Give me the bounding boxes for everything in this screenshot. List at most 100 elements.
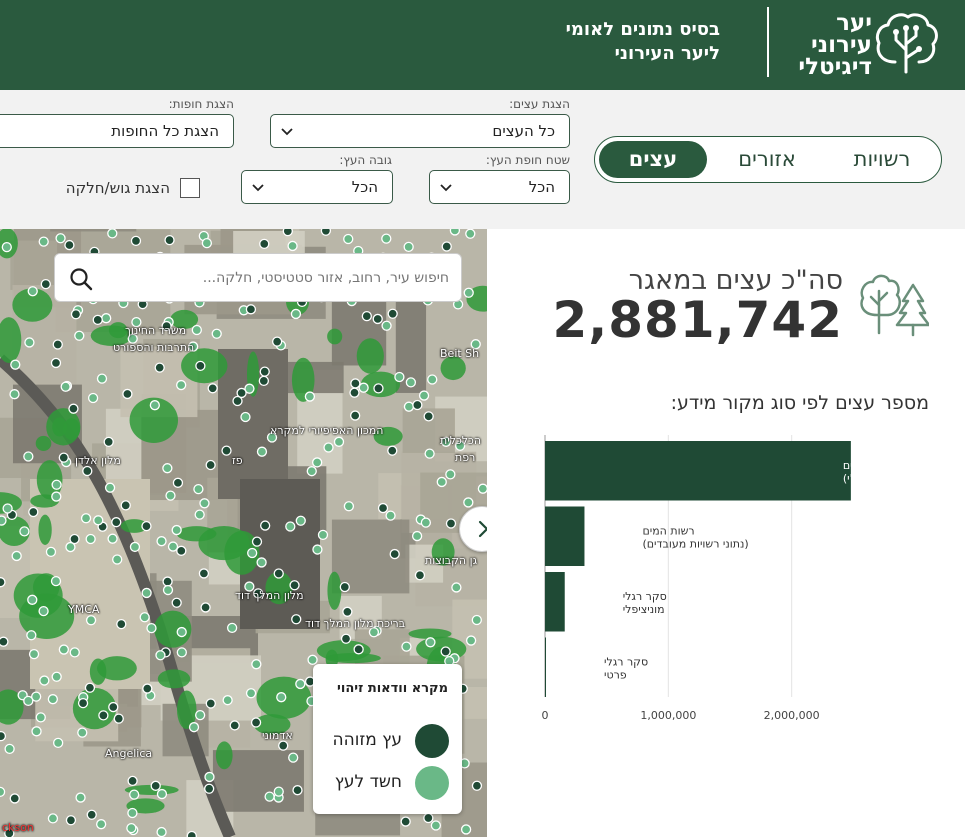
map-tree-point <box>193 483 204 495</box>
map-tree-point <box>116 619 127 630</box>
map-tree-point <box>387 308 398 319</box>
map-tree-point <box>75 792 86 803</box>
map-tree-point <box>68 403 79 414</box>
map-tree-point <box>10 359 21 370</box>
map-tree-point <box>58 644 70 655</box>
map-tree-point <box>85 533 96 545</box>
map-tree-point <box>245 304 257 315</box>
height-label: גובה העץ: <box>339 153 392 167</box>
map-tree-point <box>401 641 412 652</box>
chart-title: מספר עצים לפי סוג מקור מידע: <box>670 392 929 414</box>
map-tree-point <box>420 517 432 528</box>
map-tree-point <box>295 678 306 690</box>
map-tree-point <box>104 482 116 493</box>
trees-select[interactable]: כל העצים <box>270 114 570 148</box>
map-canopy <box>176 526 217 542</box>
map-canopy <box>356 338 384 374</box>
map-tree-point <box>113 713 124 724</box>
view-tabs: רשויות אזורים עצים <box>594 136 942 183</box>
tab-trees[interactable]: עצים <box>599 141 707 178</box>
map-tree-point <box>112 554 123 565</box>
map-search-box[interactable] <box>54 253 462 302</box>
search-input[interactable] <box>109 262 449 294</box>
map-tree-point <box>24 337 35 348</box>
canopy-select[interactable]: הצגת כל החופות <box>0 114 234 148</box>
height-select[interactable]: הכל <box>241 170 393 204</box>
tab-authorities[interactable]: רשויות <box>827 141 937 178</box>
map-tree-point <box>176 647 187 658</box>
app-header: יער עירוני דיגיטלי בסיס נתונים לאומי ליע… <box>0 0 965 90</box>
chart-x-tick-label: 1,000,000 <box>640 709 696 722</box>
map-tree-point <box>120 500 131 511</box>
map-tree-point <box>107 533 118 544</box>
map-tree-point <box>142 683 153 694</box>
map-tree-point <box>19 526 30 537</box>
search-icon[interactable] <box>69 267 93 291</box>
map-tree-point <box>171 597 182 608</box>
tab-areas[interactable]: אזורים <box>717 141 817 178</box>
map-tree-point <box>445 469 456 480</box>
map-tree-point <box>162 576 173 587</box>
map-tree-point <box>211 328 222 339</box>
map-canopy <box>327 328 343 345</box>
chart-bar <box>545 441 851 501</box>
map-tree-point <box>400 816 411 827</box>
legend-label-suspected: חשד לעץ <box>334 772 402 792</box>
parcel-toggle[interactable]: הצגת גוש/חלקה <box>40 177 202 199</box>
canopy-filter-label: הצגת חופות: <box>168 97 234 111</box>
map-tree-point <box>77 697 89 709</box>
map-tree-point <box>251 659 262 670</box>
map-tree-point <box>39 675 50 686</box>
map-tree-point <box>412 399 423 411</box>
map-tree-point <box>288 752 299 763</box>
map-tree-point <box>28 648 40 660</box>
map-tree-point <box>372 313 383 325</box>
height-select-value: הכל <box>351 178 378 196</box>
map-tree-point <box>373 383 384 394</box>
header-divider <box>767 7 769 77</box>
map-legend: מקרא וודאות זיהוי עץ מזוהה חשד לעץ <box>313 664 462 814</box>
map-tree-point <box>200 602 211 613</box>
map-tree-point <box>295 515 306 526</box>
filter-bar: רשויות אזורים עצים הצגת עצים: כל העצים ה… <box>0 90 965 229</box>
map-tree-point <box>150 780 161 791</box>
canopy-area-select[interactable]: הכל <box>429 170 570 204</box>
map-tree-point <box>349 387 360 398</box>
map-tree-point <box>333 436 345 447</box>
map-tree-point <box>430 820 442 831</box>
map-tree-point <box>222 695 233 706</box>
map-tree-point <box>465 229 476 239</box>
map-tree-point <box>47 813 59 824</box>
map-tree-point <box>84 682 96 693</box>
chart-bar-label: (נתוני רשויות מעובדים) <box>642 537 748 550</box>
map-tree-point <box>172 477 184 488</box>
map-tree-point <box>385 510 396 521</box>
map-tree-point <box>343 501 355 512</box>
map-tree-point <box>259 238 270 250</box>
map-label: מלון המלך דוד <box>235 589 304 602</box>
map-label: רפת <box>455 451 476 464</box>
map-tree-point <box>69 647 80 658</box>
map-tree-point <box>307 654 318 665</box>
map-canopy <box>325 652 381 664</box>
map-tree-point <box>306 466 317 477</box>
map-tree-point <box>201 237 213 249</box>
map-tree-point <box>381 320 392 331</box>
map-tree-point <box>423 812 434 824</box>
map-view[interactable]: משרד החינוך התרבות והספורט מלון אלדן הכל… <box>0 229 487 837</box>
map-tree-point <box>414 570 426 581</box>
map-tree-point <box>259 366 270 377</box>
map-tree-point <box>162 584 174 596</box>
parcel-checkbox[interactable] <box>180 178 200 198</box>
map-tree-point <box>477 483 487 494</box>
map-tree-point <box>111 517 122 528</box>
map-tree-point <box>198 568 210 579</box>
map-tree-point <box>171 524 182 536</box>
canopy-select-value: הצגת כל החופות <box>111 122 219 140</box>
map-tree-point <box>51 479 62 490</box>
map-tree-point <box>312 544 323 555</box>
map-tree-point <box>247 547 258 559</box>
trees-filter-label: הצגת עצים: <box>509 97 570 111</box>
chart-bar-label: עיבוד חופות עצים <box>843 459 925 472</box>
map-tree-point <box>154 362 165 373</box>
